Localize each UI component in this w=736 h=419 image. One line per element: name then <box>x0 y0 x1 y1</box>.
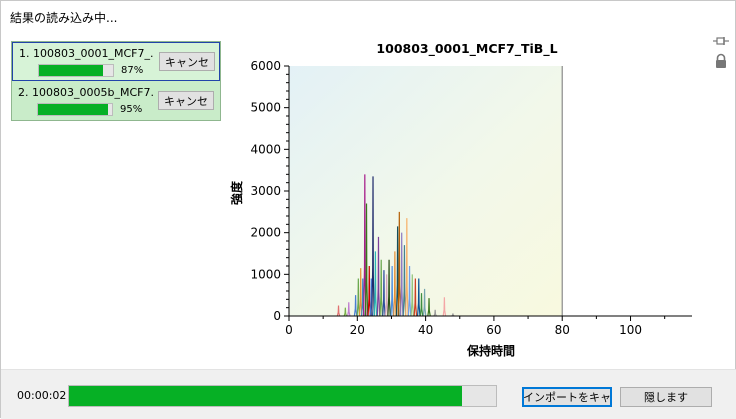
queue-item-label: 2. 100803_0005b_MCF7... <box>18 86 153 99</box>
load-queue: 1. 100803_0001_MCF7_... 87% キャンセ 2. 1008… <box>11 41 221 121</box>
overall-progress <box>68 385 497 407</box>
cancel-button[interactable]: キャンセ <box>158 91 214 110</box>
cancel-button[interactable]: キャンセ <box>159 52 215 71</box>
y-tick-label: 6000 <box>250 59 281 73</box>
tool-icons <box>713 35 729 75</box>
elapsed-time: 00:00:02 <box>17 389 67 402</box>
y-axis-label: 強度 <box>229 180 244 205</box>
y-tick-label: 2000 <box>250 226 281 240</box>
chart-title: 100803_0001_MCF7_TiB_L <box>376 41 557 57</box>
pin-icon[interactable] <box>713 35 729 47</box>
hide-button[interactable]: 隠します <box>620 387 712 407</box>
queue-item-percent: 95% <box>120 104 143 115</box>
queue-item-progress-fill <box>39 65 104 76</box>
queue-item[interactable]: 2. 100803_0005b_MCF7... 95% キャンセ <box>12 82 220 121</box>
queue-item-label: 1. 100803_0001_MCF7_... <box>19 47 154 60</box>
y-tick-label: 3000 <box>250 184 281 198</box>
y-ticks: 0 1000 2000 3000 4000 5000 6000 <box>250 59 289 323</box>
queue-item-progress <box>37 103 113 116</box>
x-tick-label: 20 <box>350 323 365 337</box>
y-tick-label: 0 <box>273 309 281 323</box>
x-tick-label: 40 <box>418 323 433 337</box>
x-tick-label: 60 <box>486 323 501 337</box>
plot-area <box>289 66 563 316</box>
loading-dialog: 結果の読み込み中... 1. 100803_0001_MCF7_... 87% … <box>0 0 736 419</box>
queue-item-percent: 87% <box>121 65 144 76</box>
status-bar: 00:00:02 インポートをキャ 隠します <box>1 369 736 419</box>
overall-progress-fill <box>69 386 462 406</box>
queue-item-progress-fill <box>38 104 109 115</box>
lock-icon[interactable] <box>713 53 729 69</box>
import-cancel-button[interactable]: インポートをキャ <box>522 387 612 407</box>
queue-item-progress <box>38 64 114 77</box>
x-tick-label: 80 <box>555 323 570 337</box>
chromatogram-chart: 100803_0001_MCF7_TiB_L 01000200030004000… <box>229 41 692 358</box>
x-tick-label: 0 <box>285 323 293 337</box>
x-ticks: 0 20 40 60 80 100 <box>285 316 666 337</box>
y-tick-label: 4000 <box>250 142 281 156</box>
y-tick-label: 5000 <box>250 101 281 115</box>
queue-item[interactable]: 1. 100803_0001_MCF7_... 87% キャンセ <box>12 42 220 81</box>
window-title: 結果の読み込み中... <box>10 11 118 25</box>
y-tick-label: 1000 <box>250 267 281 281</box>
x-axis-label: 保持時間 <box>466 343 515 358</box>
x-tick-label: 100 <box>619 323 642 337</box>
